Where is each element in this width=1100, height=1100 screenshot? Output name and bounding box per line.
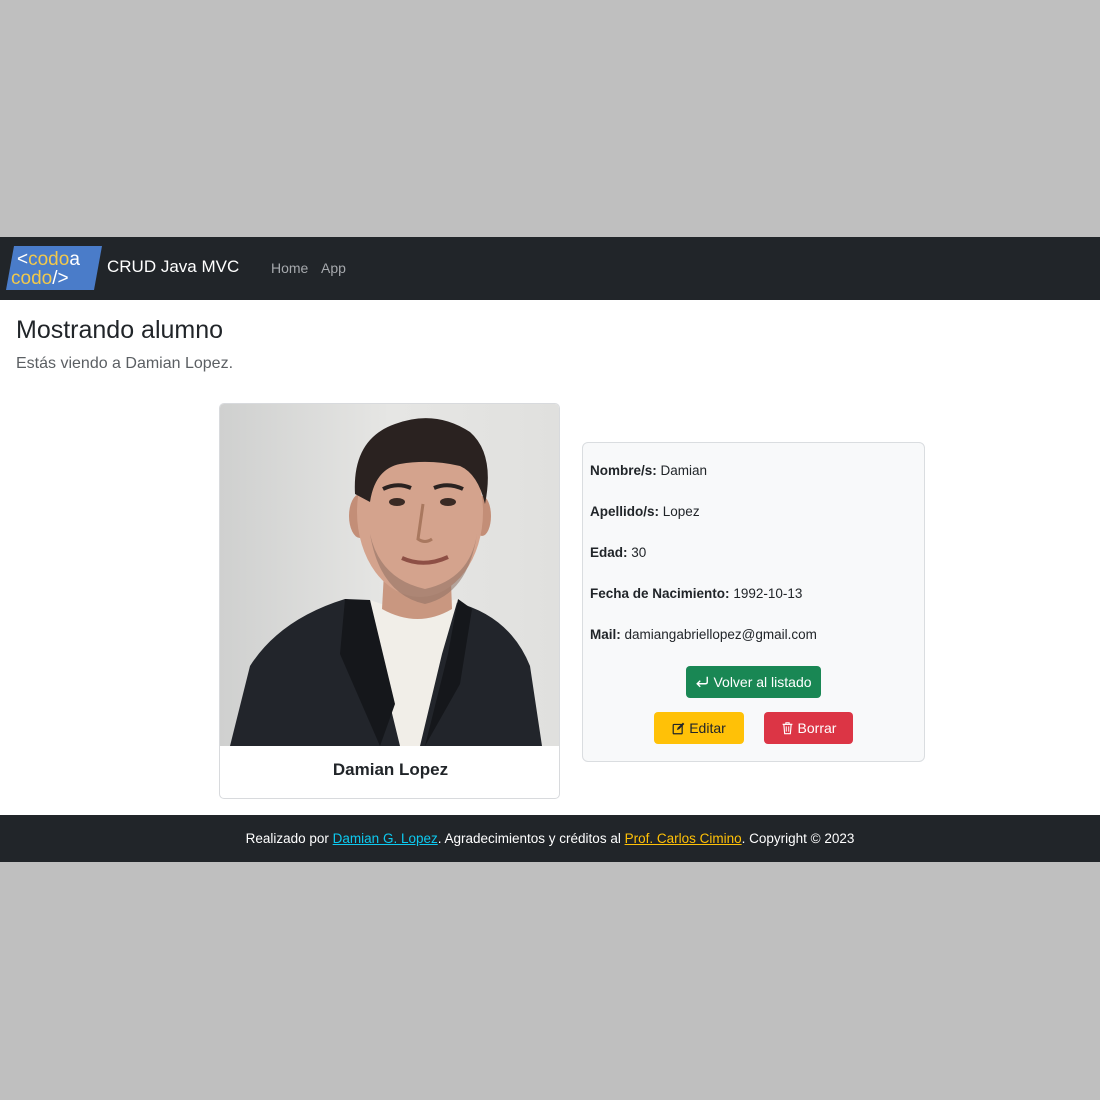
field-mail: Mail: damiangabriellopez@gmail.com (590, 627, 817, 643)
logo-line1-word: codo (28, 249, 69, 270)
page: <codoa codo/> CRUD Java MVC Home App Mos… (0, 237, 1100, 862)
field-nombre: Nombre/s: Damian (590, 463, 707, 479)
field-fecha-label: Fecha de Nacimiento: (590, 586, 730, 601)
navbar: <codoa codo/> CRUD Java MVC Home App (0, 237, 1100, 300)
footer-author-link[interactable]: Damian G. Lopez (333, 831, 438, 846)
svg-text:codo/>: codo/> (11, 268, 69, 289)
footer-text-3: . Copyright © 2023 (741, 831, 855, 846)
field-edad-value: 30 (631, 545, 647, 560)
back-to-list-button[interactable]: Volver al listado (686, 666, 821, 698)
page-title: Mostrando alumno (16, 316, 224, 344)
logo-line1-suffix: a (69, 249, 80, 270)
edit-button[interactable]: Editar (654, 712, 744, 744)
footer-credit-link[interactable]: Prof. Carlos Cimino (625, 831, 742, 846)
profile-info-card: Nombre/s: Damian Apellido/s: Lopez Edad:… (582, 442, 925, 762)
field-edad-label: Edad: (590, 545, 628, 560)
profile-name: Damian Lopez (332, 760, 449, 779)
field-mail-value: damiangabriellopez@gmail.com (624, 627, 817, 642)
logo-line2-word: codo (11, 268, 52, 289)
logo-line1-prefix: < (17, 249, 28, 270)
brand-title[interactable]: CRUD Java MVC (107, 257, 239, 277)
field-mail-label: Mail: (590, 627, 621, 642)
page-subtitle: Estás viendo a Damian Lopez. (16, 355, 234, 372)
profile-photo (220, 404, 559, 746)
field-apellido-value: Lopez (662, 504, 700, 519)
field-apellido: Apellido/s: Lopez (590, 504, 700, 520)
logo-line2-suffix: /> (52, 268, 68, 289)
delete-button[interactable]: Borrar (764, 712, 853, 744)
nav-link-app[interactable]: App (321, 260, 346, 277)
field-fecha-nacimiento: Fecha de Nacimiento: 1992-10-13 (590, 586, 802, 602)
back-button-label: Volver al listado (713, 674, 812, 690)
field-nombre-value: Damian (660, 463, 708, 478)
field-nombre-label: Nombre/s: (590, 463, 657, 478)
arrow-return-left-icon (696, 676, 709, 688)
svg-text:<codoa: <codoa (17, 249, 80, 270)
trash-icon (782, 722, 792, 735)
profile-photo-card: Damian Lopez (219, 403, 560, 799)
edit-button-label: Editar (689, 720, 726, 736)
footer-text-2: . Agradecimientos y créditos al (437, 831, 625, 846)
field-fecha-value: 1992-10-13 (733, 586, 803, 601)
footer: Realizado por Damian G. Lopez . Agradeci… (0, 815, 1100, 862)
pencil-square-icon (672, 722, 685, 734)
delete-button-label: Borrar (797, 720, 837, 736)
field-edad: Edad: 30 (590, 545, 646, 561)
footer-text-1: Realizado por (245, 831, 333, 846)
nav-link-home[interactable]: Home (271, 260, 308, 277)
codoacodo-logo[interactable]: <codoa codo/> (6, 246, 102, 290)
field-apellido-label: Apellido/s: (590, 504, 660, 519)
